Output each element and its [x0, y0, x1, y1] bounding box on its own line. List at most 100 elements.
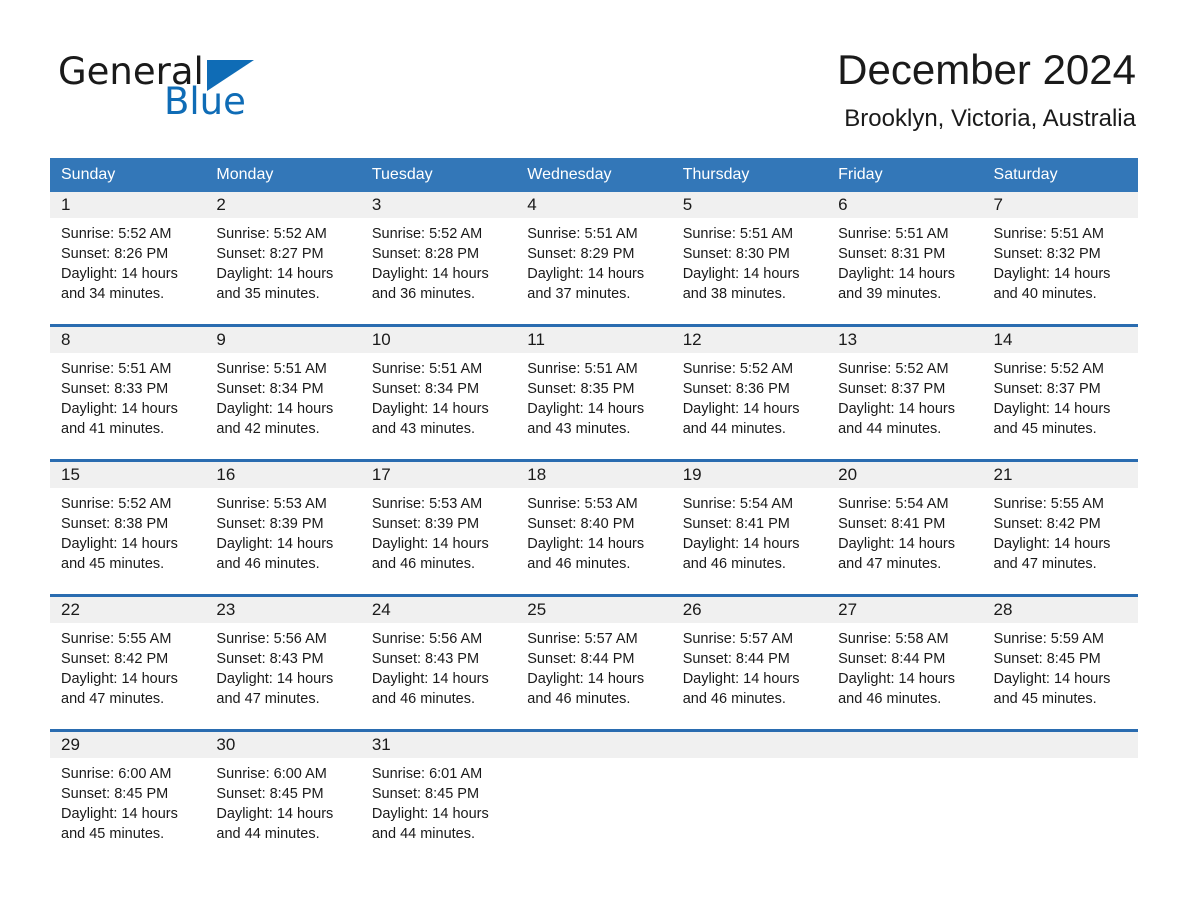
- weekday-header-monday: Monday: [205, 158, 361, 192]
- sunset-text: Sunset: 8:40 PM: [527, 516, 635, 532]
- calendar-page: General Blue December 2024 Brooklyn, Vic…: [0, 0, 1188, 918]
- day-cell[interactable]: 27 Sunrise: 5:58 AM Sunset: 8:44 PM Dayligh…: [827, 594, 983, 731]
- sunrise-text: Sunrise: 6:00 AM: [216, 766, 327, 782]
- day-cell[interactable]: 2 Sunrise: 5:52 AM Sunset: 8:27 PM Daylight…: [205, 192, 361, 326]
- daylight-text-line2: and 47 minutes.: [216, 691, 320, 707]
- day-cell[interactable]: 5 Sunrise: 5:51 AM Sunset: 8:30 PM Daylight…: [671, 192, 828, 326]
- daylight-text-line2: and 45 minutes.: [993, 421, 1097, 437]
- day-cell[interactable]: 20 Sunrise: 5:54 AM Sunset: 8:41 PM Dayligh…: [827, 459, 983, 596]
- day-cell[interactable]: 19 Sunrise: 5:54 AM Sunset: 8:41 PM Dayligh…: [671, 459, 828, 596]
- sunrise-text: Sunrise: 5:51 AM: [61, 361, 172, 377]
- sunset-text: Sunset: 8:29 PM: [527, 246, 635, 262]
- daylight-text-line2: and 46 minutes.: [838, 691, 942, 707]
- day-cell[interactable]: 25 Sunrise: 5:57 AM Sunset: 8:44 PM Dayligh…: [516, 594, 672, 731]
- sunrise-text: Sunrise: 6:00 AM: [61, 766, 172, 782]
- daylight-text-line2: and 39 minutes.: [838, 286, 942, 302]
- day-details: Sunrise: 5:55 AM Sunset: 8:42 PM Daylight:…: [50, 623, 205, 709]
- daylight-text-line1: Daylight: 14 hours: [61, 266, 178, 282]
- day-details: Sunrise: 5:53 AM Sunset: 8:39 PM Daylight:…: [205, 488, 360, 574]
- day-cell[interactable]: 31 Sunrise: 6:01 AM Sunset: 8:45 PM Dayligh…: [360, 729, 517, 864]
- day-cell[interactable]: 9 Sunrise: 5:51 AM Sunset: 8:34 PM Daylight…: [205, 324, 361, 461]
- sunrise-text: Sunrise: 5:51 AM: [838, 226, 949, 242]
- day-cell[interactable]: 11 Sunrise: 5:51 AM Sunset: 8:35 PM Dayligh…: [516, 324, 672, 461]
- day-cell[interactable]: 21 Sunrise: 5:55 AM Sunset: 8:42 PM Dayligh…: [982, 459, 1138, 596]
- day-cell[interactable]: 23 Sunrise: 5:56 AM Sunset: 8:43 PM Dayligh…: [205, 594, 361, 731]
- sunset-text: Sunset: 8:45 PM: [216, 786, 324, 802]
- day-details: Sunrise: 5:57 AM Sunset: 8:44 PM Daylight:…: [516, 623, 671, 709]
- day-number: 9: [205, 327, 361, 353]
- daylight-text-line1: Daylight: 14 hours: [216, 806, 334, 822]
- day-details: Sunrise: 5:57 AM Sunset: 8:44 PM Daylight:…: [672, 623, 827, 709]
- weekday-header-friday: Friday: [827, 158, 983, 192]
- sunrise-text: Sunrise: 5:51 AM: [682, 226, 794, 242]
- sunset-text: Sunset: 8:41 PM: [838, 516, 946, 532]
- sunrise-text: Sunrise: 5:52 AM: [371, 226, 483, 242]
- sunrise-text: Sunrise: 5:53 AM: [527, 496, 638, 512]
- day-details: Sunrise: 5:59 AM Sunset: 8:45 PM Daylight:…: [983, 623, 1138, 709]
- day-details: Sunrise: 5:56 AM Sunset: 8:43 PM Daylight:…: [361, 623, 516, 709]
- day-number: 14: [982, 327, 1138, 353]
- weekday-header-saturday: Saturday: [982, 158, 1138, 192]
- day-details: Sunrise: 5:54 AM Sunset: 8:41 PM Daylight:…: [672, 488, 827, 574]
- day-details: [516, 758, 671, 764]
- day-number: 7: [982, 192, 1138, 218]
- day-cell[interactable]: 1 Sunrise: 5:52 AM Sunset: 8:26 PM Daylight…: [50, 192, 206, 326]
- sunset-text: Sunset: 8:45 PM: [993, 651, 1101, 667]
- day-cell[interactable]: 8 Sunrise: 5:51 AM Sunset: 8:33 PM Daylight…: [50, 324, 206, 461]
- day-number: 1: [50, 192, 206, 218]
- daylight-text-line2: and 35 minutes.: [216, 286, 320, 302]
- day-number: [671, 732, 828, 758]
- daylight-text-line1: Daylight: 14 hours: [838, 671, 955, 687]
- daylight-text-line1: Daylight: 14 hours: [527, 536, 645, 552]
- daylight-text-line2: and 44 minutes.: [838, 421, 942, 437]
- daylight-text-line1: Daylight: 14 hours: [371, 536, 489, 552]
- daylight-text-line1: Daylight: 14 hours: [838, 536, 955, 552]
- day-cell-empty: [982, 729, 1138, 864]
- daylight-text-line1: Daylight: 14 hours: [61, 401, 178, 417]
- day-cell[interactable]: 7 Sunrise: 5:51 AM Sunset: 8:32 PM Daylight…: [982, 192, 1138, 326]
- day-cell[interactable]: 14 Sunrise: 5:52 AM Sunset: 8:37 PM Dayligh…: [982, 324, 1138, 461]
- daylight-text-line1: Daylight: 14 hours: [993, 671, 1111, 687]
- day-cell[interactable]: 16 Sunrise: 5:53 AM Sunset: 8:39 PM Dayligh…: [205, 459, 361, 596]
- daylight-text-line2: and 46 minutes.: [682, 556, 786, 572]
- day-cell[interactable]: 29 Sunrise: 6:00 AM Sunset: 8:45 PM Dayligh…: [50, 729, 206, 864]
- day-cell[interactable]: 28 Sunrise: 5:59 AM Sunset: 8:45 PM Dayligh…: [982, 594, 1138, 731]
- sunrise-text: Sunrise: 5:52 AM: [682, 361, 794, 377]
- day-cell[interactable]: 30 Sunrise: 6:00 AM Sunset: 8:45 PM Dayligh…: [205, 729, 361, 864]
- day-cell[interactable]: 15 Sunrise: 5:52 AM Sunset: 8:38 PM Dayligh…: [50, 459, 206, 596]
- general-blue-logo: General Blue: [58, 52, 358, 122]
- day-cell[interactable]: 22 Sunrise: 5:55 AM Sunset: 8:42 PM Dayligh…: [50, 594, 206, 731]
- sunrise-text: Sunrise: 5:52 AM: [838, 361, 949, 377]
- sunrise-text: Sunrise: 5:57 AM: [527, 631, 638, 647]
- daylight-text-line2: and 37 minutes.: [527, 286, 631, 302]
- daylight-text-line2: and 47 minutes.: [61, 691, 165, 707]
- day-number: [982, 732, 1138, 758]
- sunset-text: Sunset: 8:43 PM: [216, 651, 324, 667]
- daylight-text-line2: and 44 minutes.: [371, 826, 476, 842]
- weekday-header-row: Sunday Monday Tuesday Wednesday Thursday…: [50, 158, 1138, 192]
- page-header: General Blue December 2024 Brooklyn, Vic…: [0, 0, 1188, 150]
- daylight-text-line2: and 46 minutes.: [371, 691, 476, 707]
- sunrise-sunset-calendar: Sunday Monday Tuesday Wednesday Thursday…: [50, 158, 1138, 864]
- day-cell[interactable]: 18 Sunrise: 5:53 AM Sunset: 8:40 PM Dayligh…: [516, 459, 672, 596]
- day-cell[interactable]: 13 Sunrise: 5:52 AM Sunset: 8:37 PM Dayligh…: [827, 324, 983, 461]
- day-cell[interactable]: 4 Sunrise: 5:51 AM Sunset: 8:29 PM Daylight…: [516, 192, 672, 326]
- day-cell[interactable]: 12 Sunrise: 5:52 AM Sunset: 8:36 PM Dayligh…: [671, 324, 828, 461]
- day-details: Sunrise: 5:52 AM Sunset: 8:27 PM Daylight:…: [205, 218, 360, 304]
- day-details: Sunrise: 5:51 AM Sunset: 8:30 PM Daylight:…: [672, 218, 827, 304]
- daylight-text-line2: and 41 minutes.: [61, 421, 165, 437]
- day-number: 25: [516, 597, 672, 623]
- day-cell[interactable]: 3 Sunrise: 5:52 AM Sunset: 8:28 PM Daylight…: [360, 192, 517, 326]
- day-cell[interactable]: 10 Sunrise: 5:51 AM Sunset: 8:34 PM Dayligh…: [360, 324, 517, 461]
- day-number: 30: [205, 732, 361, 758]
- sunset-text: Sunset: 8:30 PM: [682, 246, 790, 262]
- daylight-text-line1: Daylight: 14 hours: [993, 266, 1111, 282]
- day-cell[interactable]: 26 Sunrise: 5:57 AM Sunset: 8:44 PM Dayligh…: [671, 594, 828, 731]
- day-cell[interactable]: 17 Sunrise: 5:53 AM Sunset: 8:39 PM Dayligh…: [360, 459, 517, 596]
- week-row: 1 Sunrise: 5:52 AM Sunset: 8:26 PM Daylight…: [50, 192, 1138, 326]
- day-number: 22: [50, 597, 206, 623]
- day-cell[interactable]: 24 Sunrise: 5:56 AM Sunset: 8:43 PM Dayligh…: [360, 594, 517, 731]
- sunset-text: Sunset: 8:35 PM: [527, 381, 635, 397]
- day-cell[interactable]: 6 Sunrise: 5:51 AM Sunset: 8:31 PM Daylight…: [827, 192, 983, 326]
- day-details: Sunrise: 5:51 AM Sunset: 8:32 PM Daylight:…: [983, 218, 1138, 304]
